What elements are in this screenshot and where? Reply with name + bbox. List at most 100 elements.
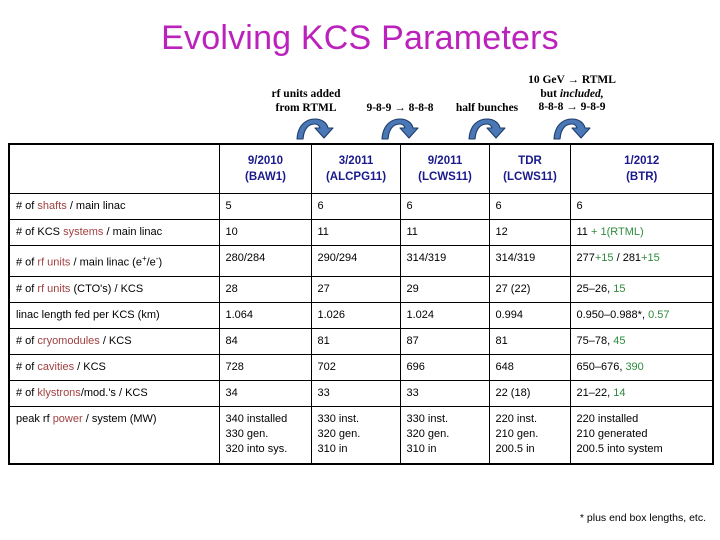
table-header-cell-9-2011: 9/2011 (LCWS11) [399,143,490,194]
label-prefix: # of [16,360,38,373]
cell-line: 210 generated [576,427,648,440]
header-line-1: 9/2010 [247,155,284,167]
cell-value-highlight: 14 [613,386,626,399]
cell-value: 11 [576,226,591,238]
table-row-label: # of cryomodules / KCS [8,327,220,355]
table-row-label: linac length fed per KCS (km) [8,301,220,329]
table-row: peak rf power / system (MW) 340 installed… [8,405,714,465]
header-line-1: 3/2011 [338,155,374,167]
curved-arrow-icon [550,116,594,140]
cell-line: 220 inst. [495,412,538,425]
cell-line: 6 [577,199,708,214]
cell-line: 5 [225,200,232,212]
cell-line: 11 [317,226,329,238]
table-cell-1-2012: 11 + 1(RTML) [569,219,714,246]
table-cell-tdr: 314/319 [488,245,571,277]
annotation-line-emphasis: included, [559,87,604,100]
cell-value-highlight: 15 [613,282,626,295]
cell-line: 81 [495,334,508,347]
table-cell-tdr: 6 [488,193,571,220]
label-suffix: /mod.'s / KCS [80,386,148,399]
label-keyword: shafts [37,200,67,212]
cell-line: 21–22, 14 [577,386,708,401]
cell-line: 648 [495,360,514,373]
table-header-cell-9-2010: 9/2010 (BAW1) [218,143,312,194]
cell-line: 6 [317,200,324,212]
cell-line: 200.5 in [495,442,535,455]
table-cell-9-2010: 34 [218,379,312,407]
table-cell-9-2011: 6 [399,193,490,220]
cell-line: 11 [406,226,418,238]
table-cell-9-2011: 314/319 [399,245,490,277]
cell-line: 702 [317,360,336,373]
cell-line: 330 gen. [225,427,269,440]
table-cell-9-2010: 84 [218,327,312,355]
table-cell-9-2011: 696 [399,353,490,381]
cell-line: 280/284 [225,252,266,264]
table-row-label: peak rf power / system (MW) [8,405,220,465]
table-cell-1-2012: 0.950–0.988*, 0.57 [569,301,714,329]
label-suffix: / main linac (e [70,256,142,269]
table-cell-9-2010: 10 [218,219,312,246]
label-prefix: # of [16,334,38,347]
label-keyword: cavities [37,360,75,373]
cell-line: 87 [406,334,419,347]
table-cell-1-2012: 75–78, 45 [569,327,714,355]
table-row: # of shafts / main linac 5 6 6 6 6 [8,193,714,220]
label-prefix: # of [16,256,38,269]
cell-line: 340 installed [225,412,288,425]
table-row: # of KCS systems / main linac 10 11 11 12 11 … [8,219,714,246]
cell-value-highlight: 390 [625,360,644,373]
table-cell-9-2010: 28 [218,275,312,303]
table-row: # of rf units / main linac (e+/e-) 280/28… [8,245,714,277]
cell-line: 84 [225,334,238,347]
label-prefix: linac length fed per KCS (km) [16,308,160,321]
cell-line: 12 [495,226,508,238]
table-cell-9-2011: 33 [399,379,490,407]
cell-line: 314/319 [495,252,536,264]
label-prefix: # of KCS [16,226,64,238]
cell-line: 728 [225,360,244,373]
label-suffix-2: /e [146,256,156,269]
label-suffix: / system (MW) [82,412,157,425]
table-cell-tdr: 81 [488,327,571,355]
cell-line: 33 [317,386,330,399]
table-cell-3-2011: 81 [310,327,401,355]
annotation-line: 9-8-9 → 8-8-8 [366,101,434,114]
annotation-line: from RTML [275,101,337,114]
table-cell-tdr: 648 [488,353,571,381]
cell-line: 320 into sys. [225,442,288,455]
table-cell-9-2010: 1.064 [218,301,312,329]
cell-line: 310 in [406,442,437,455]
cell-line: 330 inst. [317,412,360,425]
table-cell-1-2012: 220 installed 210 generated 200.5 into sys… [569,405,714,465]
annotation-line: 10 GeV → RTML [528,74,616,86]
cell-line: 650–676, 390 [577,360,708,375]
cell-value: 0.950–0.988*, [576,308,649,321]
table-row-label: # of klystrons/mod.'s / KCS [8,379,220,407]
table-cell-9-2010: 5 [218,193,312,220]
table-cell-9-2010: 728 [218,353,312,381]
cell-line: 330 inst. [406,412,449,425]
table-cell-3-2011: 702 [310,353,401,381]
cell-value-highlight: + 1(RTML) [590,226,644,238]
table-header-cell-3-2011: 3/2011 (ALCPG11) [310,143,401,194]
curved-arrow-icon [378,116,422,140]
table-cell-3-2011: 1.026 [310,301,401,329]
parameters-table: 9/2010 (BAW1) 3/2011 (ALCPG11) 9/2011 (L… [8,143,714,465]
table-header-cell-blank [8,143,220,194]
header-line-2: (LCWS11) [418,171,472,183]
table-cell-9-2011: 1.024 [399,301,490,329]
label-prefix: # of [16,282,38,295]
table-cell-9-2011: 29 [399,275,490,303]
header-line-1: TDR [518,155,542,167]
label-keyword: rf units [37,256,71,269]
annotation-line: rf units added [271,88,341,100]
page-title: Evolving KCS Parameters [161,19,559,57]
header-line-1: 1/2012 [624,155,660,167]
table-cell-tdr: 12 [488,219,571,246]
cell-line: 10 [225,226,238,238]
label-suffix: / main linac [103,226,163,238]
cell-value-highlight: 0.57 [648,308,670,321]
table-cell-9-2011: 87 [399,327,490,355]
